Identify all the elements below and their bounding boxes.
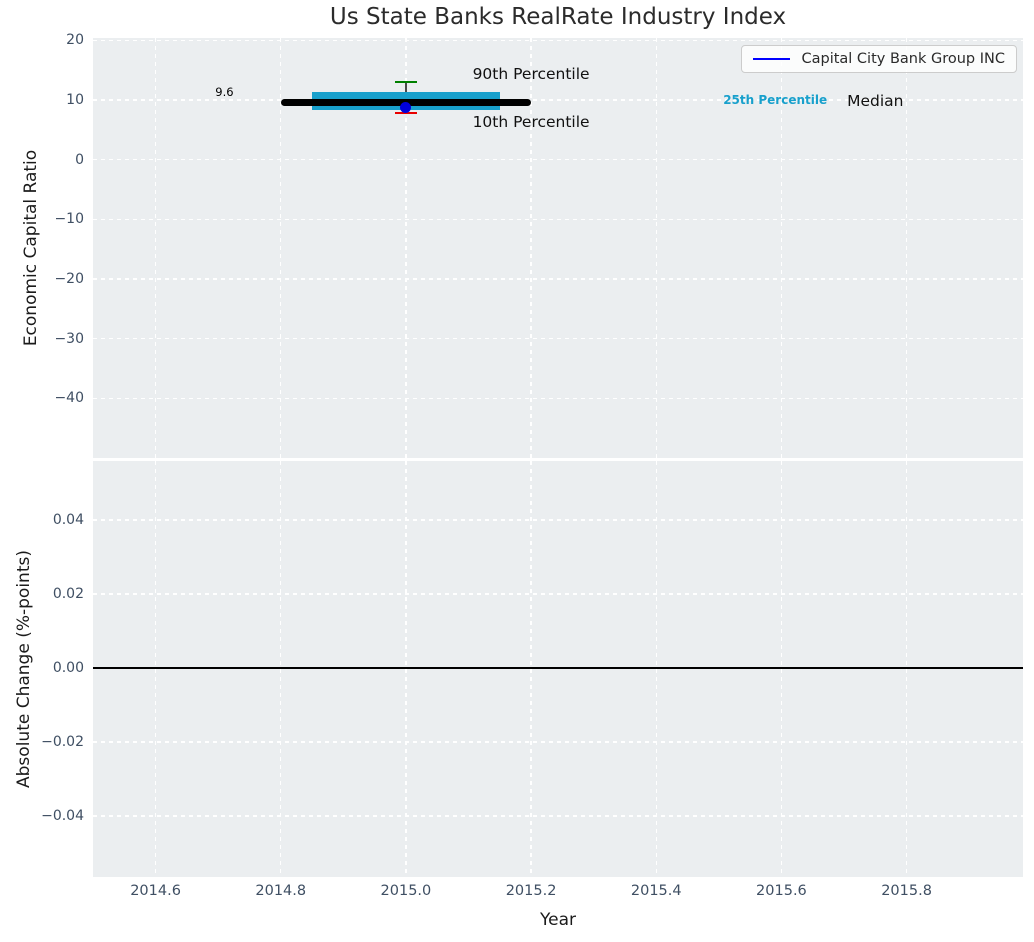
top-y-tick-label: 20 <box>66 32 84 49</box>
bottom-y-tick-label: −0.02 <box>41 734 84 751</box>
x-tick-label: 2014.6 <box>130 883 181 899</box>
chart-title: Us State Banks RealRate Industry Index <box>329 4 787 30</box>
gridline-horizontal <box>93 397 1023 400</box>
zero-line <box>93 667 1023 669</box>
x-tick-label: 2015.0 <box>380 883 432 899</box>
top-y-tick-label: −30 <box>54 330 84 347</box>
top-plot-area: Capital City Bank Group INC 9.6 90th Perc… <box>93 38 1023 458</box>
top-y-tick-label: −10 <box>54 211 84 228</box>
gridline-vertical <box>905 38 908 458</box>
gridline-horizontal <box>93 593 1023 595</box>
bottom-plot-area <box>93 461 1023 877</box>
bottom-y-tick-label: 0.04 <box>52 512 84 529</box>
x-tick-label: 2014.8 <box>255 883 307 899</box>
gridline-horizontal <box>93 218 1023 221</box>
top-y-tick-label: 0 <box>75 151 84 168</box>
gridline-horizontal <box>93 519 1023 521</box>
annotation-median: Median <box>847 91 904 110</box>
gridline-vertical <box>655 38 657 458</box>
top-y-tick-label: 10 <box>66 92 84 109</box>
bottom-y-tick-label: 0.02 <box>52 586 84 603</box>
legend: Capital City Bank Group INC <box>741 45 1017 73</box>
gridline-horizontal <box>93 741 1023 743</box>
x-tick-label: 2015.2 <box>505 883 557 899</box>
gridline-horizontal <box>93 39 1023 42</box>
top-y-tick-label: −40 <box>54 390 84 407</box>
figure: Us State Banks RealRate Industry Index E… <box>0 0 1034 942</box>
x-tick-label: 2015.6 <box>756 883 807 899</box>
annotation-9-6: 9.6 <box>215 84 234 99</box>
annotation-10th-percentile: 10th Percentile <box>472 113 590 132</box>
x-tick-label: 2015.8 <box>881 883 932 899</box>
annotation-90th-percentile: 90th Percentile <box>472 64 590 83</box>
gridline-horizontal <box>93 159 1023 161</box>
top-y-axis-label: Economic Capital Ratio <box>21 149 41 347</box>
top-y-tick-label: −20 <box>54 271 84 288</box>
legend-line-swatch <box>753 57 791 61</box>
percentile-90-cap <box>394 80 418 84</box>
bottom-y-tick-label: −0.04 <box>41 807 84 824</box>
gridline-horizontal <box>93 815 1023 817</box>
annotation-25th-percentile: 25th Percentile <box>723 93 828 108</box>
x-tick-label: 2015.4 <box>630 883 682 899</box>
gridline-vertical <box>154 38 157 458</box>
x-axis-label: Year <box>540 910 576 930</box>
gridline-horizontal <box>93 337 1023 340</box>
bottom-y-tick-label: 0.00 <box>52 660 84 677</box>
legend-label: Capital City Bank Group INC <box>801 51 1005 67</box>
gridline-horizontal <box>93 278 1023 280</box>
